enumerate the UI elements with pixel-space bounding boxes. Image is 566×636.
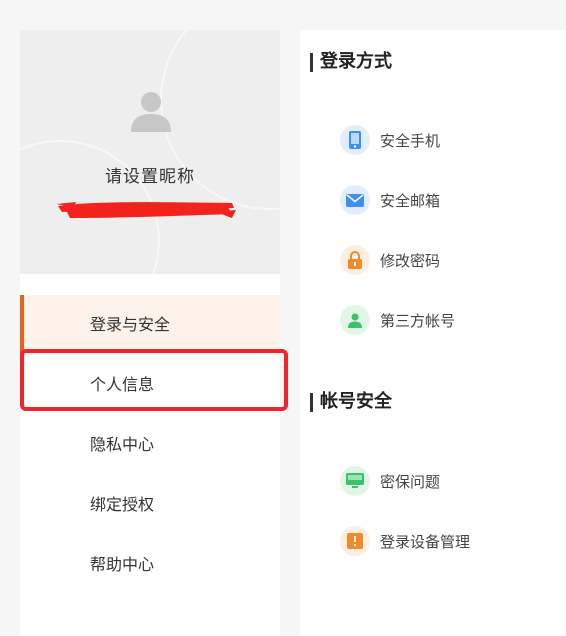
option-label: 登录设备管理: [380, 532, 471, 551]
menu-item-label: 隐私中心: [90, 435, 155, 454]
option-change-password[interactable]: 修改密码: [340, 244, 440, 276]
nickname-link[interactable]: 请设置昵称: [20, 162, 280, 187]
person-icon: [340, 305, 370, 335]
option-login-device-management[interactable]: 登录设备管理: [340, 525, 470, 557]
option-label: 安全手机: [380, 131, 441, 150]
menu-item-login-security[interactable]: 登录与安全: [20, 295, 280, 355]
option-label: 第三方帐号: [380, 311, 456, 330]
option-label: 修改密码: [380, 251, 441, 270]
menu-item-help-center[interactable]: 帮助中心: [20, 535, 280, 595]
option-label: 安全邮箱: [380, 191, 441, 210]
phone-icon: [340, 125, 370, 155]
redacted-account-scribble: [56, 202, 236, 218]
option-third-party-account[interactable]: 第三方帐号: [340, 304, 455, 336]
left-panel: 请设置昵称 登录与安全 个人信息 隐私中心 绑定授权 帮助中心: [20, 30, 280, 636]
profile-card: 请设置昵称: [20, 30, 280, 274]
option-secure-email[interactable]: 安全邮箱: [340, 184, 440, 216]
section-title-login-methods: 登录方式: [310, 52, 392, 72]
settings-menu: 登录与安全 个人信息 隐私中心 绑定授权 帮助中心: [20, 295, 280, 595]
mail-icon: [340, 185, 370, 215]
lock-icon: [340, 245, 370, 275]
avatar-icon[interactable]: [128, 88, 174, 134]
menu-item-label: 登录与安全: [90, 315, 171, 334]
option-label: 密保问题: [380, 472, 441, 491]
menu-item-label: 绑定授权: [90, 495, 155, 514]
section-title-account-security: 帐号安全: [310, 392, 392, 412]
menu-item-privacy-center[interactable]: 隐私中心: [20, 415, 280, 475]
right-panel: 登录方式 安全手机 安全邮箱 修改密码 第三方帐号 帐号安全 密保问题 登录设备…: [300, 30, 566, 636]
menu-item-binding-auth[interactable]: 绑定授权: [20, 475, 280, 535]
option-secure-phone[interactable]: 安全手机: [340, 124, 440, 156]
alert-icon: [340, 526, 370, 556]
monitor-icon: [340, 466, 370, 496]
option-security-question[interactable]: 密保问题: [340, 465, 440, 497]
menu-item-personal-info[interactable]: 个人信息: [20, 355, 280, 415]
menu-item-label: 帮助中心: [90, 555, 155, 574]
menu-item-label: 个人信息: [90, 375, 155, 394]
